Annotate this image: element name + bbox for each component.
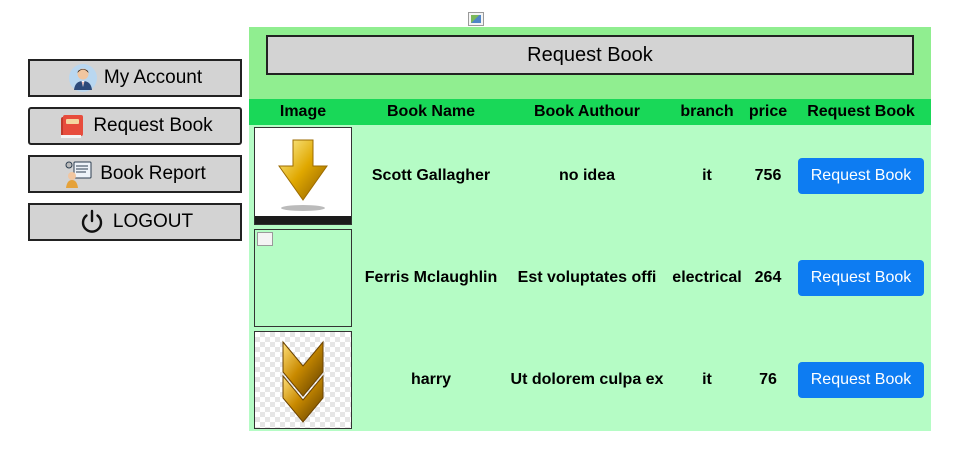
report-icon <box>64 159 94 189</box>
column-header-book-author: Book Authour <box>533 103 641 120</box>
power-icon <box>77 207 107 237</box>
branch-cell: it <box>702 167 712 184</box>
book-report-label: Book Report <box>100 163 206 184</box>
book-report-button[interactable]: Book Report <box>28 155 242 193</box>
request-book-nav-button[interactable]: Request Book <box>28 107 242 145</box>
panel-header: Request Book <box>249 27 931 99</box>
book-name-cell: Ferris Mclaughlin <box>364 269 498 286</box>
my-account-label: My Account <box>103 67 203 88</box>
price-cell: 756 <box>754 167 782 184</box>
request-book-button[interactable]: Request Book <box>797 158 925 194</box>
price-cell: 76 <box>759 371 777 388</box>
column-header-branch: branch <box>680 103 734 120</box>
user-avatar-icon <box>68 63 98 93</box>
request-book-nav-label: Request Book <box>93 115 213 136</box>
request-book-button[interactable]: Request Book <box>797 362 925 398</box>
column-header-book-name: Book Name <box>386 103 476 120</box>
column-header-price: price <box>748 103 788 120</box>
request-book-title-button[interactable]: Request Book <box>266 35 914 75</box>
table-row: Ferris Mclaughlin Est voluptates offi el… <box>249 227 931 329</box>
book-author-cell: no idea <box>558 167 615 184</box>
branch-cell: electrical <box>672 269 742 286</box>
branch-cell: it <box>702 371 712 388</box>
book-author-cell: Ut dolorem culpa ex <box>510 371 664 388</box>
book-name-cell: Scott Gallagher <box>371 167 491 184</box>
book-icon <box>57 111 87 141</box>
book-cover-broken-image <box>254 229 352 327</box>
book-cover-gold-arrow <box>254 127 352 225</box>
logout-label: LOGOUT <box>112 211 194 232</box>
book-name-cell: harry <box>410 371 452 388</box>
books-table: Image Book Name Book Authour branch pric… <box>249 99 931 431</box>
main-panel: Request Book Image Book Name Book Authou… <box>249 27 931 431</box>
table-header-row: Image Book Name Book Authour branch pric… <box>249 99 931 125</box>
book-author-cell: Est voluptates offi <box>517 269 657 286</box>
book-cover-gold-chevron <box>254 331 352 429</box>
logout-button[interactable]: LOGOUT <box>28 203 242 241</box>
column-header-image: Image <box>279 103 327 120</box>
broken-image-icon <box>257 232 273 246</box>
table-row: Scott Gallagher no idea it 756 Request B… <box>249 125 931 227</box>
table-row: harry Ut dolorem culpa ex it 76 Request … <box>249 329 931 431</box>
price-cell: 264 <box>754 269 782 286</box>
my-account-button[interactable]: My Account <box>28 59 242 97</box>
broken-image-icon <box>468 12 484 26</box>
request-book-button[interactable]: Request Book <box>797 260 925 296</box>
column-header-request-book: Request Book <box>807 103 915 120</box>
